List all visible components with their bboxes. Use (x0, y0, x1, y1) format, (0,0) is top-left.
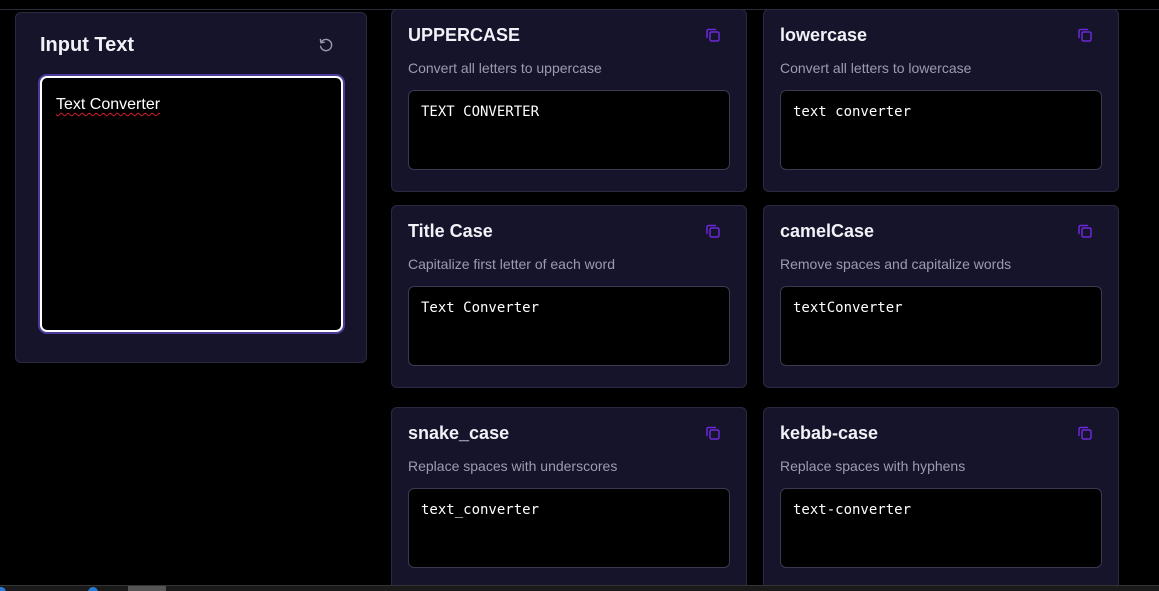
copy-button[interactable] (704, 424, 722, 442)
converter-description: Remove spaces and capitalize words (780, 256, 1012, 272)
taskbar (0, 585, 1159, 591)
converter-output[interactable]: text_converter (408, 488, 730, 568)
taskbar-active-app[interactable] (128, 586, 166, 591)
copy-icon (706, 28, 720, 42)
converter-card-kebabcase: kebab-case Replace spaces with hyphens t… (763, 407, 1119, 590)
copy-icon (1078, 224, 1092, 238)
copy-icon (1078, 426, 1092, 440)
converter-description: Replace spaces with hyphens (780, 458, 966, 474)
converter-description: Replace spaces with underscores (408, 458, 618, 474)
copy-icon (1078, 28, 1092, 42)
converter-title: snake_case (408, 423, 510, 443)
copy-button[interactable] (1076, 424, 1094, 442)
input-title: Input Text (40, 34, 135, 56)
converter-card-snakecase: snake_case Replace spaces with underscor… (391, 407, 747, 590)
converter-title: camelCase (780, 221, 875, 241)
taskbar-app-icon[interactable] (0, 587, 6, 591)
converter-card-camelcase: camelCase Remove spaces and capitalize w… (763, 205, 1119, 388)
converter-title: kebab-case (780, 423, 879, 443)
converter-description: Capitalize first letter of each word (408, 256, 615, 272)
taskbar-app-icon[interactable] (88, 587, 98, 591)
converter-card-titlecase: Title Case Capitalize first letter of ea… (391, 205, 747, 388)
converter-title: UPPERCASE (408, 25, 521, 45)
converter-output[interactable]: text converter (780, 90, 1102, 170)
converter-card-uppercase: UPPERCASE Convert all letters to upperca… (391, 9, 747, 192)
converter-description: Convert all letters to uppercase (408, 60, 602, 76)
input-text-value: Text Converter (56, 96, 161, 113)
copy-button[interactable] (704, 26, 722, 44)
converter-output[interactable]: TEXT CONVERTER (408, 90, 730, 170)
copy-button[interactable] (704, 222, 722, 240)
reset-icon (319, 38, 333, 52)
converter-output[interactable]: text-converter (780, 488, 1102, 568)
converter-description: Convert all letters to lowercase (780, 60, 972, 76)
input-panel: Input Text Text Converter (15, 12, 367, 363)
reset-button[interactable] (316, 35, 336, 55)
converter-title: lowercase (780, 25, 868, 45)
converter-card-lowercase: lowercase Convert all letters to lowerca… (763, 9, 1119, 192)
converter-title: Title Case (408, 221, 493, 241)
copy-icon (706, 224, 720, 238)
copy-icon (706, 426, 720, 440)
converter-output[interactable]: Text Converter (408, 286, 730, 366)
text-converter-page: Input Text Text Converter UPPERCASE Conv… (0, 0, 1159, 591)
converter-output[interactable]: textConverter (780, 286, 1102, 366)
copy-button[interactable] (1076, 26, 1094, 44)
copy-button[interactable] (1076, 222, 1094, 240)
input-textarea[interactable]: Text Converter (40, 76, 343, 332)
